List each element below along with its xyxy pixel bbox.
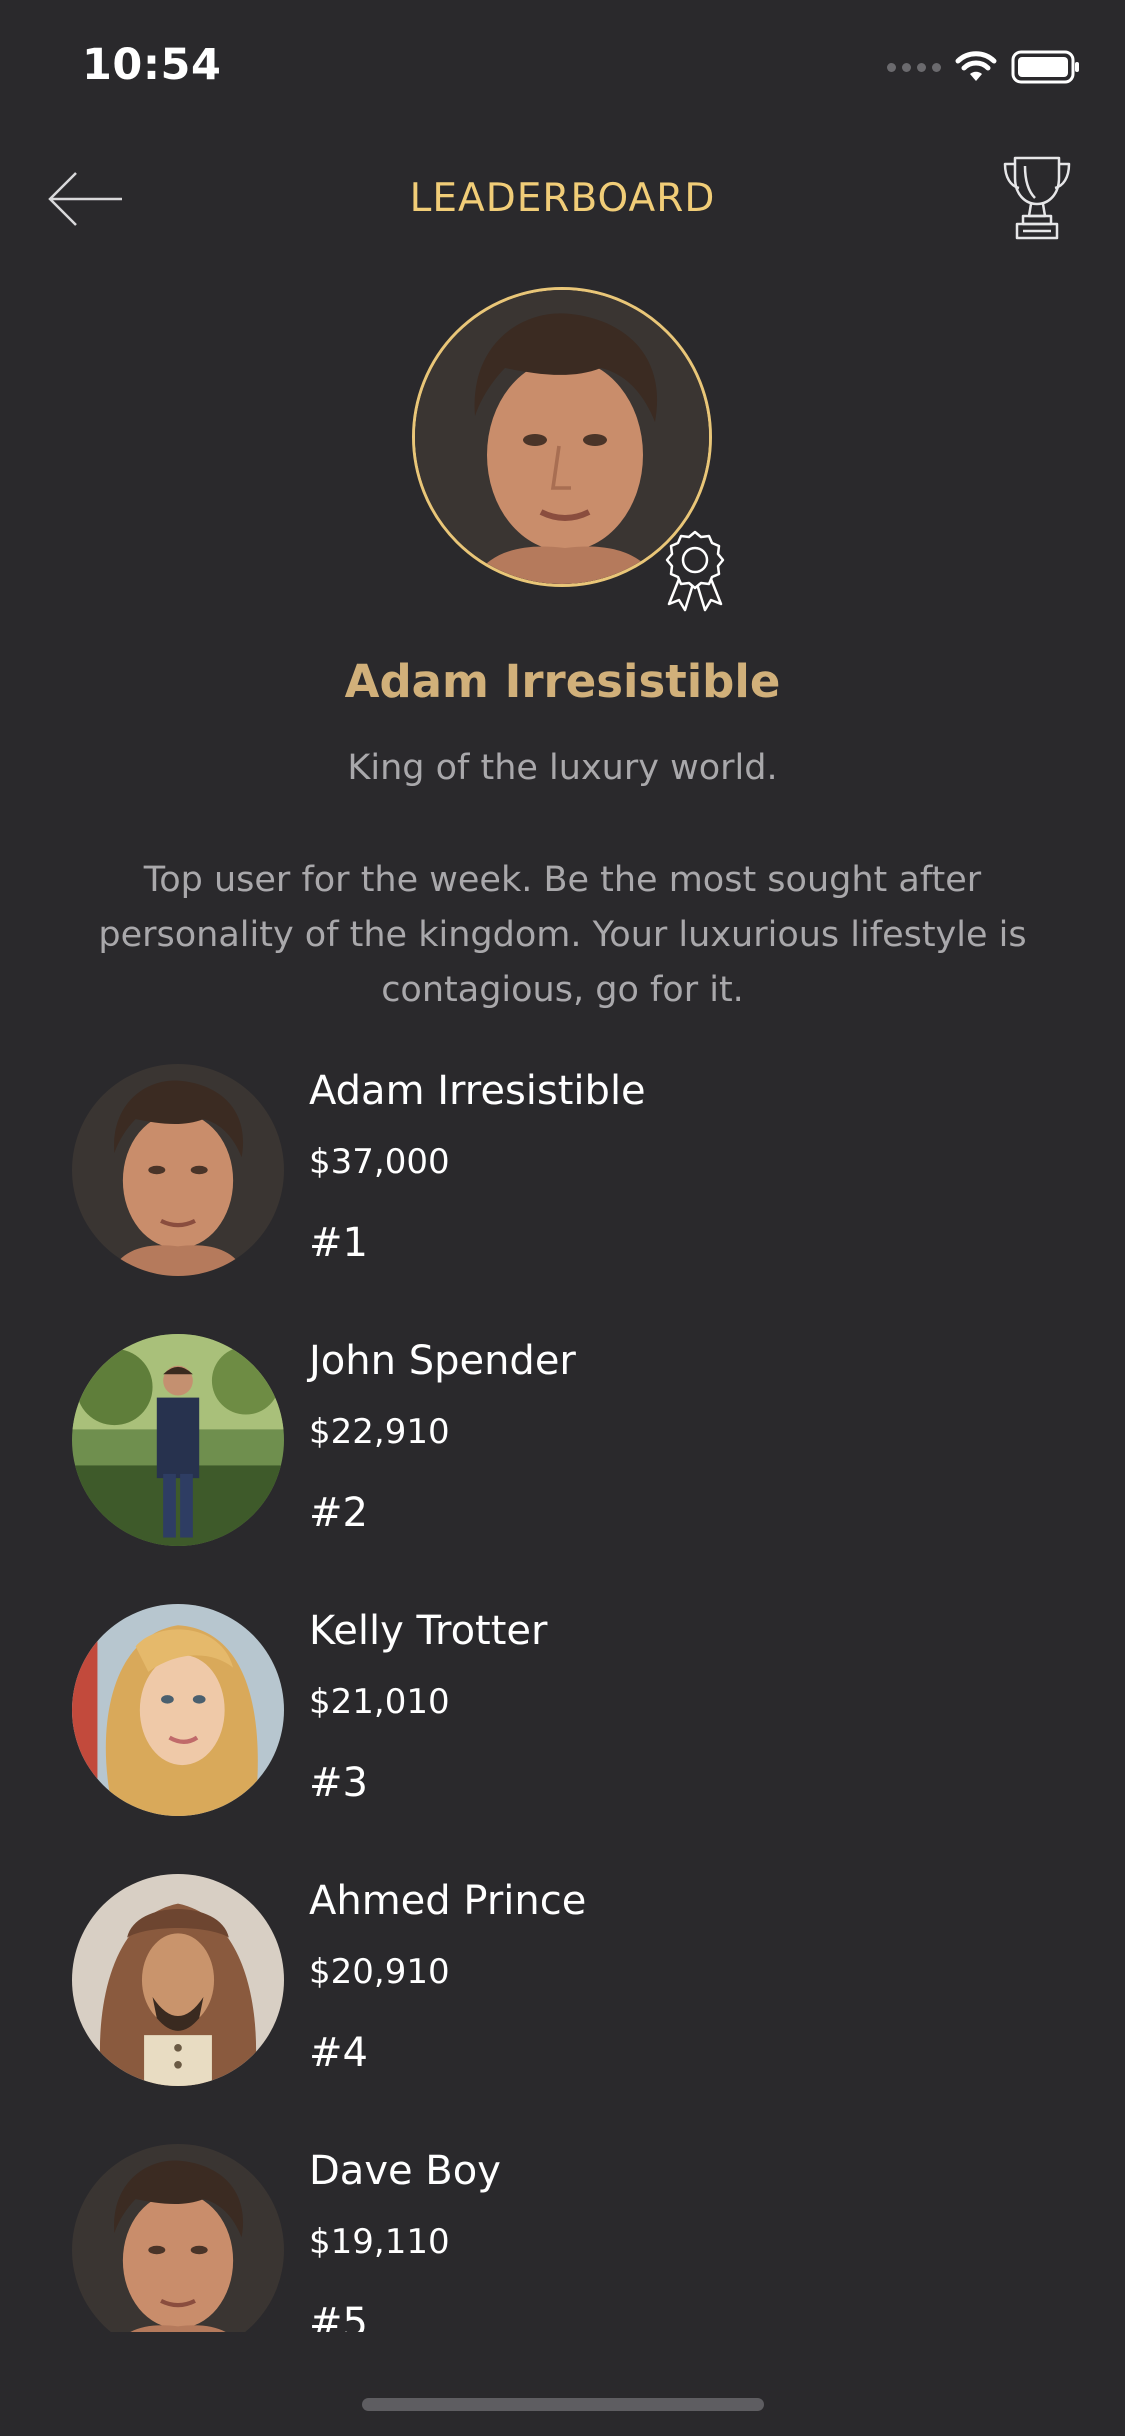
trophy-button[interactable] xyxy=(1001,154,1073,242)
list-item[interactable]: Adam Irresistible $37,000 #1 xyxy=(72,1062,1072,1277)
status-time: 10:54 xyxy=(82,40,222,90)
list-item[interactable]: Dave Boy $19,110 #5 xyxy=(72,2142,1072,2332)
leaderboard-screen: 10:54 LEADERBOARD Adam Irresistible King… xyxy=(0,0,1125,2436)
leader-amount: $20,910 xyxy=(309,1952,450,1992)
avatar xyxy=(72,1064,284,1276)
avatar xyxy=(72,1604,284,1816)
avatar xyxy=(72,1874,284,2086)
leader-rank: #3 xyxy=(309,1760,368,1806)
leader-name: Dave Boy xyxy=(309,2148,501,2194)
leader-amount: $21,010 xyxy=(309,1682,450,1722)
home-indicator[interactable] xyxy=(362,2398,764,2411)
top-user-description: Top user for the week. Be the most sough… xyxy=(98,860,1027,1010)
leader-rank: #4 xyxy=(309,2030,368,2076)
wifi-icon xyxy=(955,51,997,83)
leader-rank: #2 xyxy=(309,1490,368,1536)
leader-name: Ahmed Prince xyxy=(309,1878,587,1924)
leader-amount: $19,110 xyxy=(309,2222,450,2262)
list-item[interactable]: Ahmed Prince $20,910 #4 xyxy=(72,1872,1072,2087)
signal-icon xyxy=(887,62,941,72)
list-item[interactable]: John Spender $22,910 #2 xyxy=(72,1332,1072,1547)
leader-list: Adam Irresistible $37,000 #1 John Spende… xyxy=(0,1062,1125,2332)
leader-name: Kelly Trotter xyxy=(309,1608,548,1654)
leader-rank: #1 xyxy=(309,1220,368,1266)
top-user-name: Adam Irresistible xyxy=(344,655,781,708)
trophy-icon xyxy=(1003,156,1071,240)
avatar xyxy=(72,2144,284,2332)
leader-name: John Spender xyxy=(309,1338,576,1384)
top-user-tagline: King of the luxury world. xyxy=(347,748,778,788)
leader-amount: $37,000 xyxy=(309,1142,450,1182)
leader-amount: $22,910 xyxy=(309,1412,450,1452)
leader-name: Adam Irresistible xyxy=(309,1068,646,1114)
avatar xyxy=(72,1334,284,1546)
list-item[interactable]: Kelly Trotter $21,010 #3 xyxy=(72,1602,1072,1817)
award-ribbon-icon xyxy=(657,528,733,614)
leader-rank: #5 xyxy=(309,2300,368,2332)
page-title: LEADERBOARD xyxy=(409,176,716,221)
battery-icon xyxy=(1011,50,1081,84)
status-icons xyxy=(887,50,1081,84)
